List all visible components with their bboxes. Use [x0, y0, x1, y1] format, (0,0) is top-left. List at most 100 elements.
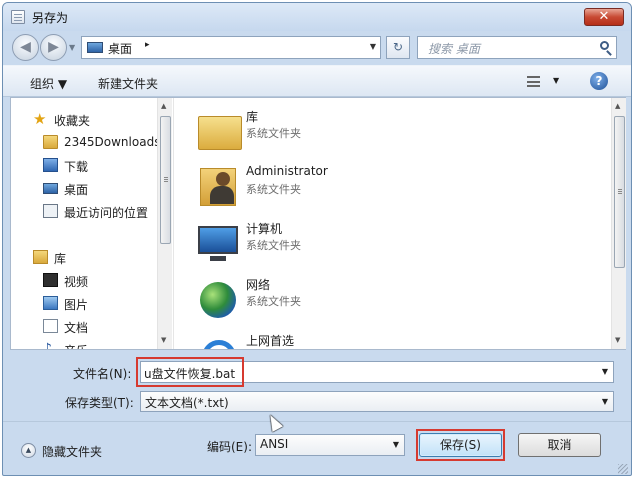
filename-dropdown-icon[interactable]: ▼	[602, 367, 608, 376]
change-view-icon[interactable]	[527, 76, 540, 87]
file-type: 系统文件夹	[246, 183, 301, 196]
navigation-pane: ★ 收藏夹 2345Downloads 下载 桌面 最近访问的位置 库 视频 图…	[11, 98, 172, 349]
search-input[interactable]: 搜索 桌面	[417, 36, 617, 59]
documents-icon	[43, 319, 58, 333]
file-list-scrollbar[interactable]: ▲ ▼	[611, 98, 626, 349]
user-body	[210, 186, 234, 204]
view-options-dropdown[interactable]: ▼	[553, 76, 559, 85]
scroll-down-arrow-icon[interactable]: ▼	[161, 336, 166, 344]
music-icon: ♪	[43, 342, 58, 349]
grip-icon	[618, 189, 622, 190]
user-folder-icon	[194, 162, 240, 206]
refresh-icon: ↻	[392, 40, 404, 54]
scrollbar-thumb[interactable]	[160, 116, 171, 244]
filetype-select[interactable]: 文本文档(*.txt) ▼	[140, 391, 614, 412]
sidebar-item-label: 视频	[64, 275, 89, 289]
scrollbar-thumb[interactable]	[614, 116, 625, 268]
file-name: 上网首选	[246, 334, 295, 348]
filetype-label: 保存类型(T):	[65, 396, 134, 410]
scroll-up-arrow-icon[interactable]: ▲	[615, 102, 620, 110]
network-icon	[194, 274, 240, 318]
dialog-title: 另存为	[32, 11, 69, 25]
star-icon: ★	[33, 110, 47, 128]
scroll-down-arrow-icon[interactable]: ▼	[615, 336, 620, 344]
notepad-icon	[11, 10, 25, 24]
collapse-up-icon: ▲	[21, 443, 36, 458]
filename-label: 文件名(N):	[73, 367, 132, 381]
address-location[interactable]: 桌面	[108, 40, 132, 57]
filetype-dropdown-icon[interactable]: ▼	[602, 397, 608, 406]
new-folder-button[interactable]: 新建文件夹	[98, 75, 158, 92]
encoding-label: 编码(E):	[207, 440, 252, 454]
sidebar-item-label: 文档	[64, 321, 89, 335]
recent-places-icon	[43, 204, 58, 218]
back-arrow-icon: ◀	[20, 39, 31, 55]
navigation-scrollbar[interactable]: ▲ ▼	[157, 98, 172, 349]
desktop-icon	[43, 183, 58, 194]
save-as-dialog: 另存为 ✕ ◀ ▶ ▼ 桌面 ▸ ▼ ↻ 搜索 桌面 组织 ▼ 新建文件夹 ▼ …	[2, 2, 632, 476]
list-item[interactable]: 网络 系统文件夹	[190, 272, 590, 328]
sidebar-item-label: 库	[54, 252, 67, 266]
folder-icon	[43, 135, 58, 149]
filename-highlight-box	[136, 357, 244, 387]
file-name: 库	[246, 110, 259, 124]
downloads-folder-icon	[43, 158, 58, 172]
organize-menu[interactable]: 组织 ▼	[30, 75, 67, 92]
divider	[3, 421, 631, 422]
list-item[interactable]: Administrator 系统文件夹	[190, 160, 590, 216]
search-placeholder: 搜索 桌面	[428, 42, 480, 56]
file-name: Administrator	[246, 164, 328, 178]
internet-explorer-icon	[194, 330, 240, 349]
back-button[interactable]: ◀	[12, 34, 39, 61]
sidebar-item-label: 2345Downloads	[64, 135, 161, 149]
breadcrumb-chevron-icon[interactable]: ▸	[145, 40, 150, 50]
address-dropdown-icon[interactable]: ▼	[370, 42, 376, 51]
file-name: 网络	[246, 278, 271, 292]
desktop-icon	[87, 42, 103, 53]
command-bar: 组织 ▼ 新建文件夹 ▼ ?	[3, 65, 631, 97]
grip-icon	[164, 177, 168, 178]
address-bar[interactable]: 桌面 ▸ ▼	[81, 36, 381, 59]
browser-area: ★ 收藏夹 2345Downloads 下载 桌面 最近访问的位置 库 视频 图…	[10, 97, 626, 350]
list-item[interactable]: 计算机 系统文件夹	[190, 216, 590, 272]
pictures-icon	[43, 296, 58, 310]
forward-button[interactable]: ▶	[40, 34, 67, 61]
sidebar-item-label: 下载	[64, 160, 89, 174]
libraries-icon	[33, 250, 48, 264]
monitor-screen	[198, 226, 238, 254]
refresh-button[interactable]: ↻	[386, 36, 410, 59]
sidebar-item-label: 音乐	[64, 342, 88, 349]
file-type: 系统文件夹	[246, 127, 301, 140]
save-form: 文件名(N): u盘文件恢复.bat ▼ 保存类型(T): 文本文档(*.txt…	[3, 351, 631, 475]
sidebar-item-label: 图片	[64, 298, 89, 312]
help-icon[interactable]: ?	[590, 72, 608, 90]
list-item[interactable]: 库 系统文件夹	[190, 104, 590, 160]
encoding-select[interactable]: ANSI ▼	[255, 434, 405, 456]
folder-body	[198, 116, 242, 150]
computer-icon	[194, 218, 240, 262]
user-head	[216, 172, 230, 186]
ie-ring	[202, 340, 236, 349]
address-bar-row: ◀ ▶ ▼ 桌面 ▸ ▼ ↻ 搜索 桌面	[3, 31, 631, 63]
video-icon	[43, 273, 58, 287]
encoding-value[interactable]: ANSI	[260, 437, 288, 451]
search-icon[interactable]	[600, 41, 609, 50]
close-button[interactable]: ✕	[584, 8, 624, 26]
filetype-value[interactable]: 文本文档(*.txt)	[145, 394, 229, 411]
file-list: 库 系统文件夹 Administrator 系统文件夹 计算机 系统文件夹 网络…	[173, 98, 611, 349]
file-type: 系统文件夹	[246, 295, 301, 308]
title-bar: 另存为 ✕	[3, 3, 631, 31]
monitor-stand	[210, 256, 226, 261]
globe-shape	[200, 282, 236, 318]
sidebar-item-label: 最近访问的位置	[64, 206, 149, 220]
cancel-button[interactable]: 取消	[518, 433, 601, 457]
scroll-up-arrow-icon[interactable]: ▲	[161, 102, 166, 110]
hide-folders-label: 隐藏文件夹	[42, 445, 103, 459]
resize-grip-icon[interactable]	[618, 464, 628, 474]
recent-pages-dropdown[interactable]: ▼	[69, 43, 75, 52]
sidebar-item-label: 桌面	[64, 183, 89, 197]
list-item[interactable]: 上网首选	[190, 328, 590, 349]
sidebar-item-label: 收藏夹	[54, 114, 91, 128]
forward-arrow-icon: ▶	[48, 39, 59, 55]
encoding-dropdown-icon[interactable]: ▼	[393, 440, 399, 449]
